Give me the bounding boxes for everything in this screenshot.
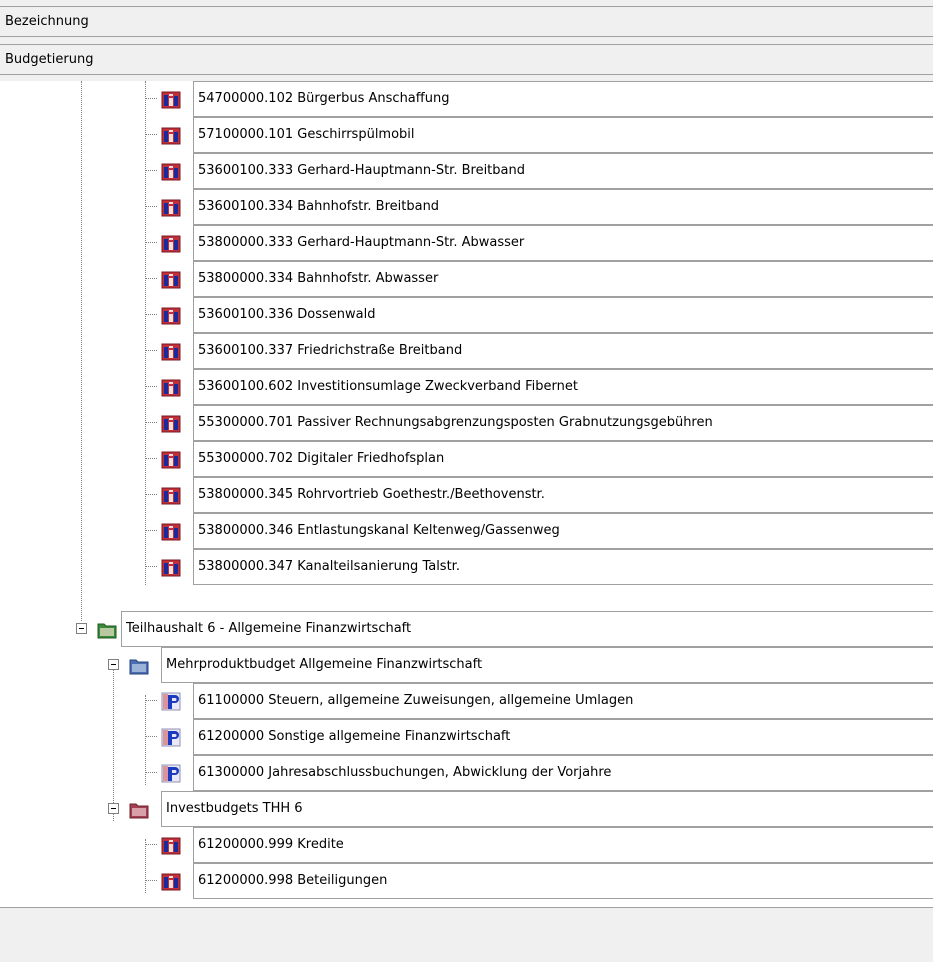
tree-node-label: 61200000.999 Kredite bbox=[193, 827, 933, 863]
invest-project-icon bbox=[161, 90, 181, 109]
product-p-icon bbox=[161, 692, 181, 711]
tree-connector bbox=[145, 494, 157, 495]
tree-node-teilhaushalt-6[interactable]: Teilhaushalt 6 - Allgemeine Finanzwirtsc… bbox=[0, 611, 933, 647]
invest-project-icon bbox=[161, 414, 181, 433]
column-header-budgetierung[interactable]: Budgetierung bbox=[0, 44, 933, 75]
collapse-toggle[interactable] bbox=[108, 659, 119, 670]
tree-connector bbox=[145, 566, 157, 567]
tree-node-label: 53800000.334 Bahnhofstr. Abwasser bbox=[193, 261, 933, 297]
tree-node-label: 61200000 Sonstige allgemeine Finanzwirts… bbox=[193, 719, 933, 755]
tree-node-label: 61100000 Steuern, allgemeine Zuweisungen… bbox=[193, 683, 933, 719]
tree-node-label: 53800000.345 Rohrvortrieb Goethestr./Bee… bbox=[193, 477, 933, 513]
invest-project-icon bbox=[161, 126, 181, 145]
green-folder-icon bbox=[97, 623, 117, 639]
tree-leaf-item[interactable]: 61100000 Steuern, allgemeine Zuweisungen… bbox=[0, 683, 933, 719]
tree-node-label: 55300000.701 Passiver Rechnungsabgrenzun… bbox=[193, 405, 933, 441]
collapse-toggle[interactable] bbox=[108, 803, 119, 814]
tree-leaf-item[interactable]: 53800000.345 Rohrvortrieb Goethestr./Bee… bbox=[0, 477, 933, 513]
tree-leaf-item[interactable]: 61200000.998 Beteiligungen bbox=[0, 863, 933, 899]
tree-node-label: 57100000.101 Geschirrspülmobil bbox=[193, 117, 933, 153]
tree-node-label: Mehrproduktbudget Allgemeine Finanzwirts… bbox=[161, 647, 933, 683]
invest-project-icon bbox=[161, 450, 181, 469]
tree-connector bbox=[145, 134, 157, 135]
tree-node-label: 53800000.346 Entlastungskanal Keltenweg/… bbox=[193, 513, 933, 549]
column-header-label: Budgetierung bbox=[5, 52, 94, 67]
tree-connector bbox=[145, 422, 157, 423]
status-area bbox=[0, 908, 933, 962]
tree-node-label: Teilhaushalt 6 - Allgemeine Finanzwirtsc… bbox=[121, 611, 933, 647]
tree-connector bbox=[145, 772, 157, 773]
invest-project-icon bbox=[161, 378, 181, 397]
tree-leaf-item[interactable]: 54700000.102 Bürgerbus Anschaffung bbox=[0, 81, 933, 117]
tree-leaf-item[interactable]: 53600100.333 Gerhard-Hauptmann-Str. Brei… bbox=[0, 153, 933, 189]
tree-node-label: 53600100.602 Investitionsumlage Zweckver… bbox=[193, 369, 933, 405]
tree-leaf-item[interactable]: 61200000.999 Kredite bbox=[0, 827, 933, 863]
tree-connector bbox=[145, 170, 157, 171]
invest-project-icon bbox=[161, 306, 181, 325]
tree-leaf-item[interactable]: 61300000 Jahresabschlussbuchungen, Abwic… bbox=[0, 755, 933, 791]
tree-node-label: 53800000.347 Kanalteilsanierung Talstr. bbox=[193, 549, 933, 585]
tree-leaf-item[interactable]: 53800000.334 Bahnhofstr. Abwasser bbox=[0, 261, 933, 297]
tree-node-mehrproduktbudget[interactable]: Mehrproduktbudget Allgemeine Finanzwirts… bbox=[0, 647, 933, 683]
tree-node-label: 53600100.333 Gerhard-Hauptmann-Str. Brei… bbox=[193, 153, 933, 189]
tree-leaf-item[interactable]: 53600100.337 Friedrichstraße Breitband bbox=[0, 333, 933, 369]
tree-connector bbox=[145, 350, 157, 351]
blue-folder-icon bbox=[129, 659, 149, 675]
tree-connector bbox=[145, 206, 157, 207]
tree-connector bbox=[145, 278, 157, 279]
invest-project-icon bbox=[161, 558, 181, 577]
invest-project-icon bbox=[161, 486, 181, 505]
tree-connector bbox=[145, 530, 157, 531]
tree-node-label: 53800000.333 Gerhard-Hauptmann-Str. Abwa… bbox=[193, 225, 933, 261]
invest-project-icon bbox=[161, 342, 181, 361]
tree-leaf-item[interactable]: 61200000 Sonstige allgemeine Finanzwirts… bbox=[0, 719, 933, 755]
tree-connector bbox=[145, 736, 157, 737]
tree-node-label: 53600100.337 Friedrichstraße Breitband bbox=[193, 333, 933, 369]
tree-connector bbox=[145, 386, 157, 387]
product-p-icon bbox=[161, 728, 181, 747]
tree-leaf-item[interactable]: 53800000.333 Gerhard-Hauptmann-Str. Abwa… bbox=[0, 225, 933, 261]
invest-project-icon bbox=[161, 836, 181, 855]
tree-connector bbox=[145, 314, 157, 315]
product-p-icon bbox=[161, 764, 181, 783]
tree-node-label: Investbudgets THH 6 bbox=[161, 791, 933, 827]
invest-project-icon bbox=[161, 522, 181, 541]
tree-node-label: 61200000.998 Beteiligungen bbox=[193, 863, 933, 899]
tree-connector bbox=[145, 844, 157, 845]
tree-leaf-item[interactable]: 53600100.602 Investitionsumlage Zweckver… bbox=[0, 369, 933, 405]
tree-node-label: 61300000 Jahresabschlussbuchungen, Abwic… bbox=[193, 755, 933, 791]
tree-leaf-item[interactable]: 53800000.347 Kanalteilsanierung Talstr. bbox=[0, 549, 933, 585]
invest-project-icon bbox=[161, 162, 181, 181]
collapse-toggle[interactable] bbox=[76, 623, 87, 634]
tree-connector bbox=[145, 700, 157, 701]
budget-tree[interactable]: Teilhaushalt 6 - Allgemeine Finanzwirtsc… bbox=[0, 81, 933, 908]
tree-leaf-item[interactable]: 53600100.334 Bahnhofstr. Breitband bbox=[0, 189, 933, 225]
tree-leaf-item[interactable]: 57100000.101 Geschirrspülmobil bbox=[0, 117, 933, 153]
column-header-label: Bezeichnung bbox=[5, 14, 89, 29]
invest-project-icon bbox=[161, 872, 181, 891]
tree-connector bbox=[145, 242, 157, 243]
tree-connector bbox=[145, 880, 157, 881]
red-folder-icon bbox=[129, 803, 149, 819]
tree-connector bbox=[145, 98, 157, 99]
tree-node-investbudgets-thh6[interactable]: Investbudgets THH 6 bbox=[0, 791, 933, 827]
tree-node-label: 54700000.102 Bürgerbus Anschaffung bbox=[193, 81, 933, 117]
tree-node-label: 53600100.336 Dossenwald bbox=[193, 297, 933, 333]
tree-leaf-item[interactable]: 55300000.702 Digitaler Friedhofsplan bbox=[0, 441, 933, 477]
tree-leaf-item[interactable]: 55300000.701 Passiver Rechnungsabgrenzun… bbox=[0, 405, 933, 441]
tree-node-label: 55300000.702 Digitaler Friedhofsplan bbox=[193, 441, 933, 477]
column-header-bezeichnung[interactable]: Bezeichnung bbox=[0, 6, 933, 37]
invest-project-icon bbox=[161, 198, 181, 217]
tree-leaf-item[interactable]: 53600100.336 Dossenwald bbox=[0, 297, 933, 333]
invest-project-icon bbox=[161, 270, 181, 289]
tree-node-label: 53600100.334 Bahnhofstr. Breitband bbox=[193, 189, 933, 225]
tree-leaf-item[interactable]: 53800000.346 Entlastungskanal Keltenweg/… bbox=[0, 513, 933, 549]
invest-project-icon bbox=[161, 234, 181, 253]
tree-connector bbox=[145, 458, 157, 459]
